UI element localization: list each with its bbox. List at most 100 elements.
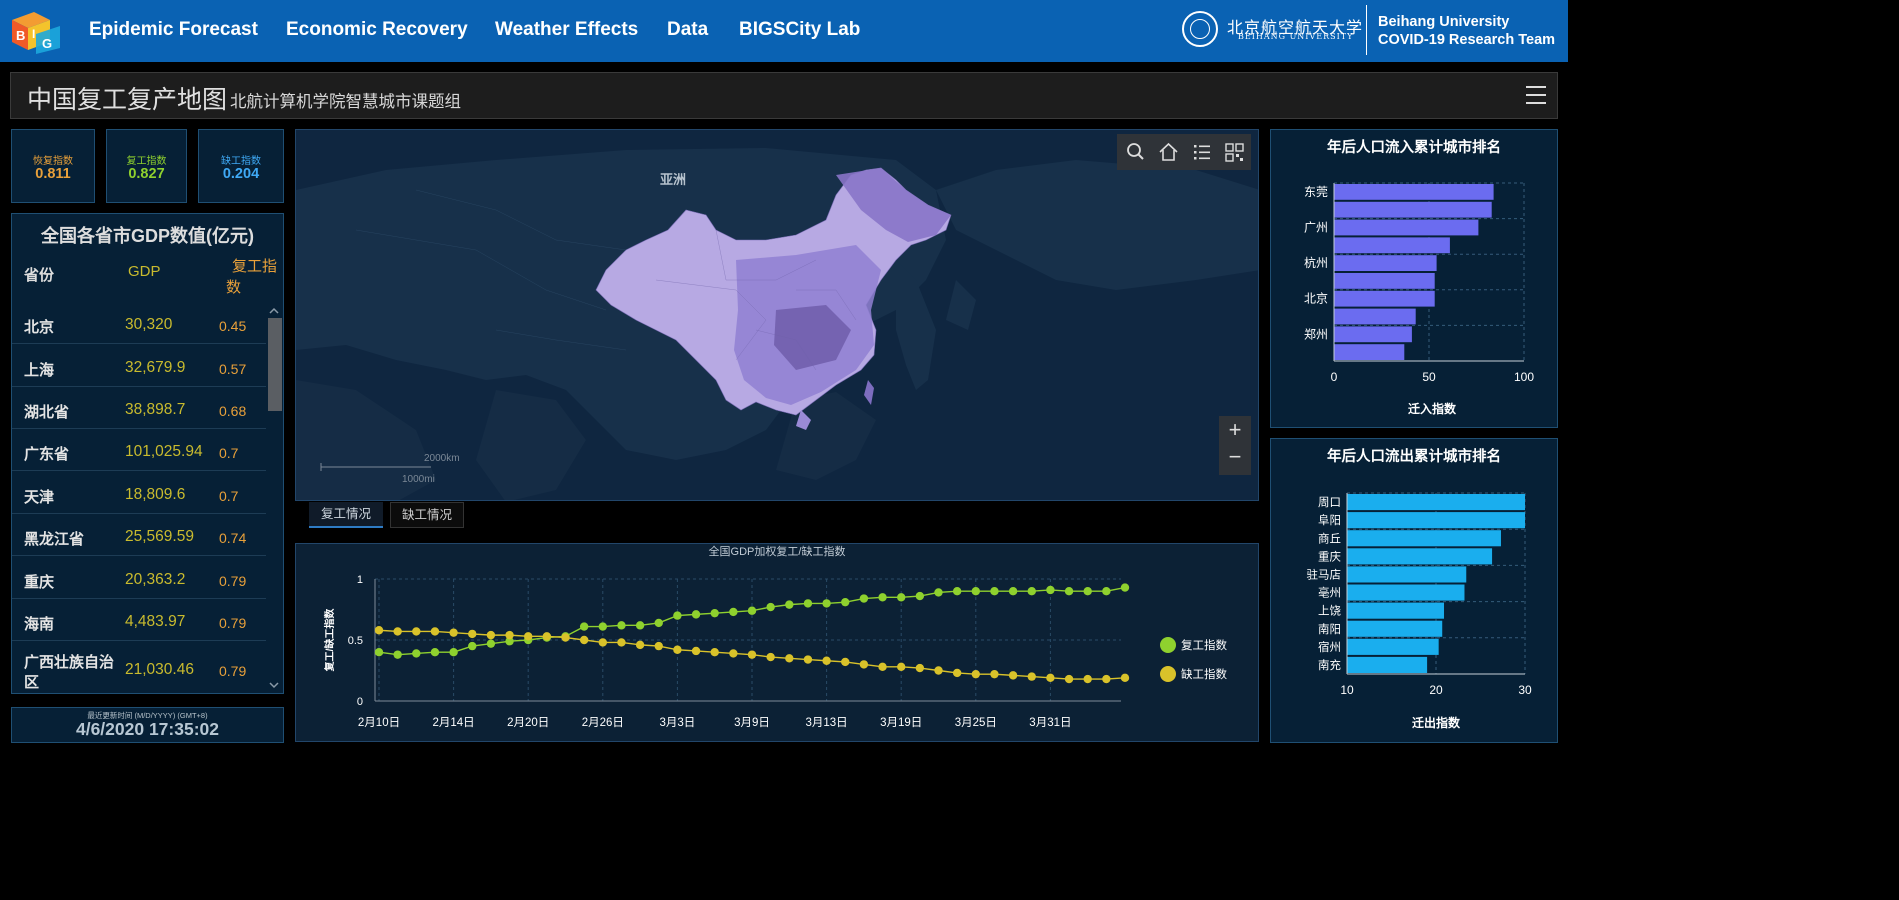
data-point[interactable] bbox=[1008, 671, 1018, 680]
data-point[interactable] bbox=[729, 607, 738, 617]
data-point[interactable] bbox=[579, 635, 589, 645]
bar[interactable] bbox=[1334, 184, 1494, 200]
table-row[interactable]: 湖北省 38,898.7 0.68 bbox=[12, 387, 266, 429]
nav-economic-recovery[interactable]: Economic Recovery bbox=[286, 19, 468, 41]
search-icon[interactable] bbox=[1119, 134, 1152, 170]
bar[interactable] bbox=[1334, 326, 1412, 343]
data-point[interactable] bbox=[374, 648, 384, 657]
data-point[interactable] bbox=[729, 649, 738, 658]
data-point[interactable] bbox=[691, 646, 701, 656]
nav-bigscity-lab[interactable]: BIGSCity Lab bbox=[739, 19, 860, 41]
data-point[interactable] bbox=[598, 622, 607, 631]
data-point[interactable] bbox=[524, 632, 533, 641]
legend-label[interactable]: 缺工指数 bbox=[1181, 667, 1227, 681]
data-point[interactable] bbox=[635, 640, 645, 650]
data-point[interactable] bbox=[374, 626, 384, 635]
data-point[interactable] bbox=[803, 655, 813, 664]
zoom-in-button[interactable]: + bbox=[1219, 417, 1251, 443]
nav-weather-effects[interactable]: Weather Effects bbox=[495, 19, 638, 41]
data-point[interactable] bbox=[617, 638, 626, 647]
data-point[interactable] bbox=[878, 593, 887, 602]
bar[interactable] bbox=[1347, 512, 1525, 529]
data-point[interactable] bbox=[822, 656, 831, 665]
data-point[interactable] bbox=[598, 638, 607, 647]
data-point[interactable] bbox=[542, 632, 552, 641]
bar[interactable] bbox=[1347, 584, 1465, 601]
bar[interactable] bbox=[1334, 201, 1492, 218]
data-point[interactable] bbox=[841, 657, 850, 667]
data-point[interactable] bbox=[841, 597, 850, 607]
data-point[interactable] bbox=[430, 648, 440, 657]
data-point[interactable] bbox=[822, 599, 831, 608]
map-canvas[interactable] bbox=[296, 130, 1259, 501]
bigscity-logo-icon[interactable]: B I G bbox=[10, 8, 64, 54]
bar[interactable] bbox=[1334, 308, 1416, 325]
data-point[interactable] bbox=[915, 663, 925, 673]
nav-epidemic-forecast[interactable]: Epidemic Forecast bbox=[89, 19, 258, 41]
data-point[interactable] bbox=[673, 611, 682, 620]
bar[interactable] bbox=[1334, 255, 1437, 271]
data-point[interactable] bbox=[710, 648, 719, 657]
data-point[interactable] bbox=[1102, 674, 1111, 684]
data-point[interactable] bbox=[710, 608, 719, 618]
table-row[interactable]: 北京 30,320 0.45 bbox=[12, 302, 266, 344]
data-point[interactable] bbox=[747, 650, 757, 659]
data-point[interactable] bbox=[1027, 587, 1036, 596]
data-point[interactable] bbox=[486, 630, 496, 640]
list-icon[interactable] bbox=[1185, 134, 1218, 170]
data-point[interactable] bbox=[971, 669, 980, 679]
data-point[interactable] bbox=[449, 628, 458, 637]
data-point[interactable] bbox=[1083, 587, 1092, 596]
data-point[interactable] bbox=[691, 610, 701, 619]
data-point[interactable] bbox=[673, 645, 682, 654]
data-point[interactable] bbox=[990, 587, 999, 596]
bar[interactable] bbox=[1347, 638, 1439, 655]
bar[interactable] bbox=[1347, 548, 1493, 565]
data-point[interactable] bbox=[617, 621, 626, 630]
data-point[interactable] bbox=[1120, 583, 1130, 592]
data-point[interactable] bbox=[803, 599, 813, 608]
data-point[interactable] bbox=[393, 627, 402, 636]
data-point[interactable] bbox=[897, 593, 906, 602]
table-row[interactable]: 海南 4,483.97 0.79 bbox=[12, 599, 266, 641]
bar[interactable] bbox=[1347, 566, 1467, 583]
data-point[interactable] bbox=[785, 654, 794, 663]
data-point[interactable] bbox=[1120, 673, 1130, 683]
tab-absence-status[interactable]: 缺工情况 bbox=[390, 502, 464, 528]
bar[interactable] bbox=[1334, 290, 1435, 307]
data-point[interactable] bbox=[1046, 673, 1055, 683]
bar[interactable] bbox=[1334, 219, 1479, 236]
qr-code-icon[interactable] bbox=[1218, 134, 1251, 170]
data-point[interactable] bbox=[430, 627, 440, 636]
bar[interactable] bbox=[1347, 620, 1443, 637]
data-point[interactable] bbox=[952, 587, 962, 596]
zoom-out-button[interactable]: − bbox=[1219, 444, 1251, 470]
data-point[interactable] bbox=[1064, 674, 1074, 684]
data-point[interactable] bbox=[897, 662, 906, 672]
data-point[interactable] bbox=[747, 606, 757, 615]
data-point[interactable] bbox=[505, 630, 514, 640]
data-point[interactable] bbox=[766, 652, 775, 662]
data-point[interactable] bbox=[859, 660, 869, 669]
data-point[interactable] bbox=[785, 600, 794, 609]
bar[interactable] bbox=[1347, 494, 1525, 511]
bar[interactable] bbox=[1347, 530, 1501, 547]
data-point[interactable] bbox=[766, 602, 775, 612]
data-point[interactable] bbox=[468, 629, 477, 639]
data-point[interactable] bbox=[654, 618, 663, 628]
data-point[interactable] bbox=[449, 648, 458, 657]
table-row[interactable]: 天津 18,809.6 0.7 bbox=[12, 472, 266, 514]
data-point[interactable] bbox=[971, 587, 980, 596]
data-point[interactable] bbox=[934, 588, 943, 597]
bar[interactable] bbox=[1347, 602, 1445, 619]
data-point[interactable] bbox=[412, 649, 421, 658]
table-row[interactable]: 黑龙江省 25,569.59 0.74 bbox=[12, 514, 266, 556]
tab-work-status[interactable]: 复工情况 bbox=[309, 502, 383, 528]
table-row[interactable]: 广东省 101,025.94 0.7 bbox=[12, 429, 266, 471]
data-point[interactable] bbox=[412, 627, 421, 636]
legend-label[interactable]: 复工指数 bbox=[1181, 638, 1227, 652]
data-point[interactable] bbox=[1008, 587, 1018, 596]
data-point[interactable] bbox=[1083, 674, 1092, 684]
data-point[interactable] bbox=[859, 594, 869, 603]
table-row[interactable]: 上海 32,679.9 0.57 bbox=[12, 345, 266, 387]
